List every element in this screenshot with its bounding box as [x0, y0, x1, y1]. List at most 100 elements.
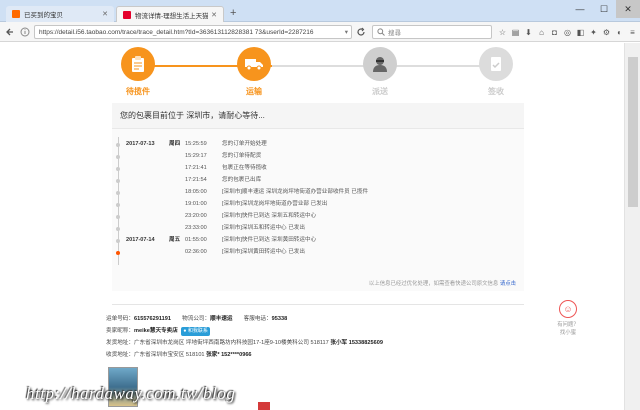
event-description: [深圳市]深圳黄田转运中心 已发出	[222, 249, 305, 255]
courier-icon	[363, 47, 397, 81]
step-label: 签收	[488, 87, 504, 96]
close-window-button[interactable]: ✕	[616, 0, 640, 18]
page-scrollbar[interactable]	[624, 43, 640, 410]
event-description: [深圳市]顺丰速运 深圳龙岗坪地街道办营业部收件员 已揽件	[222, 189, 369, 195]
scrollbar-thumb[interactable]	[628, 57, 638, 207]
minimize-button[interactable]: —	[568, 0, 592, 18]
help-line1: 有问题？	[557, 322, 579, 328]
event-description: 您的订单开始处理	[222, 141, 267, 147]
page-edge-graphic	[258, 402, 270, 410]
seller-name[interactable]: meike慧天专卖店	[134, 328, 178, 334]
timeline-row: 19:01:00 [深圳市]深圳龙岗坪地街道办营业部 已发出	[112, 199, 524, 210]
extension-icon[interactable]: ◧	[574, 25, 587, 39]
timeline-dot	[116, 143, 120, 147]
signed-doc-icon	[479, 47, 513, 81]
timeline-dot	[116, 227, 120, 231]
addon-icon[interactable]: ✦	[587, 25, 600, 39]
event-time: 15:29:17	[185, 153, 207, 159]
timeline-dot	[116, 203, 120, 207]
status-message: 您的包裹目前位于 深圳市，请耐心等待...	[112, 103, 524, 129]
event-time: 15:25:59	[185, 141, 207, 147]
new-tab-button[interactable]: +	[230, 6, 236, 20]
seller-label: 卖家昵称：	[106, 328, 134, 334]
browser-navbar: https://detail.i56.taobao.com/trace/trac…	[0, 22, 640, 42]
ship-from-label: 发货地址：	[106, 340, 134, 346]
event-weekday: 周五	[169, 237, 181, 243]
event-description: [深圳市]深圳龙岗坪地街道办营业部 已发出	[222, 201, 328, 207]
timeline-row: 2017-07-14 周五 01:55:00 [深圳市]快件已到达 深圳黄田转运中心	[112, 235, 524, 246]
event-time: 23:33:00	[185, 225, 207, 231]
help-line2: 找小蜜	[559, 330, 577, 336]
event-time: 18:05:00	[185, 189, 207, 195]
divider	[112, 304, 524, 305]
step-delivering: 派送	[350, 43, 410, 97]
download-icon[interactable]: ⬇	[522, 25, 535, 39]
assistant-face-icon: ☺	[559, 300, 577, 318]
recipient-phone: 152****0966	[221, 352, 252, 358]
taobao-favicon-icon	[12, 10, 20, 18]
timeline-row: 23:20:00 [深圳市]快件已到达 深圳五和转运中心	[112, 211, 524, 222]
event-time: 02:36:00	[185, 249, 207, 255]
timeline-dot	[116, 215, 120, 219]
toolbar-icons: ☆ ▤ ⬇ ⌂ ◘ ◎ ◧ ✦ ⚙ ◐ ≡	[496, 25, 639, 39]
reading-list-icon[interactable]: ▤	[509, 25, 522, 39]
reload-icon	[357, 27, 365, 36]
maximize-button[interactable]: ☐	[592, 0, 616, 18]
step-label: 运输	[246, 87, 262, 96]
search-input[interactable]: 搜尋	[372, 25, 492, 39]
ship-to-address: 广东省深圳市宝安区 518101	[133, 352, 205, 358]
timeline-row: 02:36:00 [深圳市]深圳黄田转运中心 已发出	[112, 247, 524, 258]
timeline-row: 23:33:00 [深圳市]深圳五和转运中心 已发出	[112, 223, 524, 234]
event-time: 17:21:54	[185, 177, 207, 183]
step-label: 待揽件	[126, 87, 150, 96]
chevron-down-icon[interactable]: ▾	[342, 28, 351, 36]
timeline-dot	[116, 251, 120, 255]
site-info-button[interactable]	[18, 25, 32, 39]
timeline-footer: 以上信息已经过优化处理，如需查看快递公司原文信息 请点击	[369, 279, 516, 287]
help-assistant[interactable]: ☺ 有问题？ 找小蜜	[554, 300, 582, 336]
step-in-transit: 运输	[224, 43, 284, 97]
watermark-text: http://hardaway.com.tw/blog	[26, 384, 236, 403]
home-icon[interactable]: ⌂	[535, 25, 548, 39]
sync-icon[interactable]: ◐	[613, 25, 626, 39]
event-description: [深圳市]快件已到达 深圳黄田转运中心	[222, 237, 317, 243]
tab-logistics-detail[interactable]: 物流详情-理想生活上天猫 ✕	[116, 6, 224, 22]
close-tab-icon[interactable]: ✕	[102, 10, 108, 18]
close-tab-icon[interactable]: ✕	[211, 11, 217, 19]
clipboard-icon	[121, 47, 155, 81]
tracking-timeline: 2017-07-13 周四 15:25:59 您的订单开始处理 15:29:17 您的订单…	[112, 129, 524, 291]
step-signed: 签收	[466, 43, 526, 97]
back-arrow-icon	[6, 28, 13, 36]
progress-steps: 待揽件 运输 派送 签收	[112, 43, 524, 98]
event-time: 23:20:00	[185, 213, 207, 219]
timeline-row: 17:21:54 您的包裹已出库	[112, 175, 524, 186]
ship-contact: 张小军	[330, 340, 348, 346]
tools-icon[interactable]: ⚙	[600, 25, 613, 39]
event-description: 您的包裹已出库	[222, 177, 262, 183]
browser-titlebar: 已买到的宝贝 ✕ 物流详情-理想生活上天猫 ✕ + — ☐ ✕	[0, 0, 640, 22]
menu-icon[interactable]: ≡	[626, 25, 639, 39]
tab-bought-items[interactable]: 已买到的宝贝 ✕	[6, 6, 114, 22]
pocket-icon[interactable]: ◘	[548, 25, 561, 39]
event-time: 19:01:00	[185, 201, 207, 207]
ship-from-row: 发货地址：广东省深圳市龙岗区 坪地街坪西南路坊内科技园17-1座9-10楼美科公…	[106, 339, 383, 348]
bullseye-icon[interactable]: ◎	[561, 25, 574, 39]
service-phone: 95338	[271, 316, 288, 322]
timeline-row: 18:05:00 [深圳市]顺丰速运 深圳龙岗坪地街道办营业部收件员 已揽件	[112, 187, 524, 198]
reload-button[interactable]	[354, 25, 368, 39]
waybill-label: 运单号码：	[106, 316, 134, 322]
timeline-dot	[116, 167, 120, 171]
tab-label: 物流详情-理想生活上天猫	[135, 12, 209, 20]
step-pending-pickup: 待揽件	[108, 43, 168, 97]
event-description: 包裹正在等待揽收	[222, 165, 267, 171]
url-bar[interactable]: https://detail.i56.taobao.com/trace/trac…	[34, 25, 352, 39]
contact-seller-button[interactable]: ● 和我联系	[181, 327, 210, 336]
back-button[interactable]	[3, 25, 17, 39]
view-original-link[interactable]: 请点击	[500, 281, 516, 287]
truck-icon	[237, 47, 271, 81]
ship-phone: 15338825609	[348, 340, 383, 346]
carrier-label: 物流公司：	[182, 316, 211, 322]
star-icon[interactable]: ☆	[496, 25, 509, 39]
event-time: 17:21:41	[185, 165, 207, 171]
timeline-row: 15:29:17 您的订单待配货	[112, 151, 524, 162]
